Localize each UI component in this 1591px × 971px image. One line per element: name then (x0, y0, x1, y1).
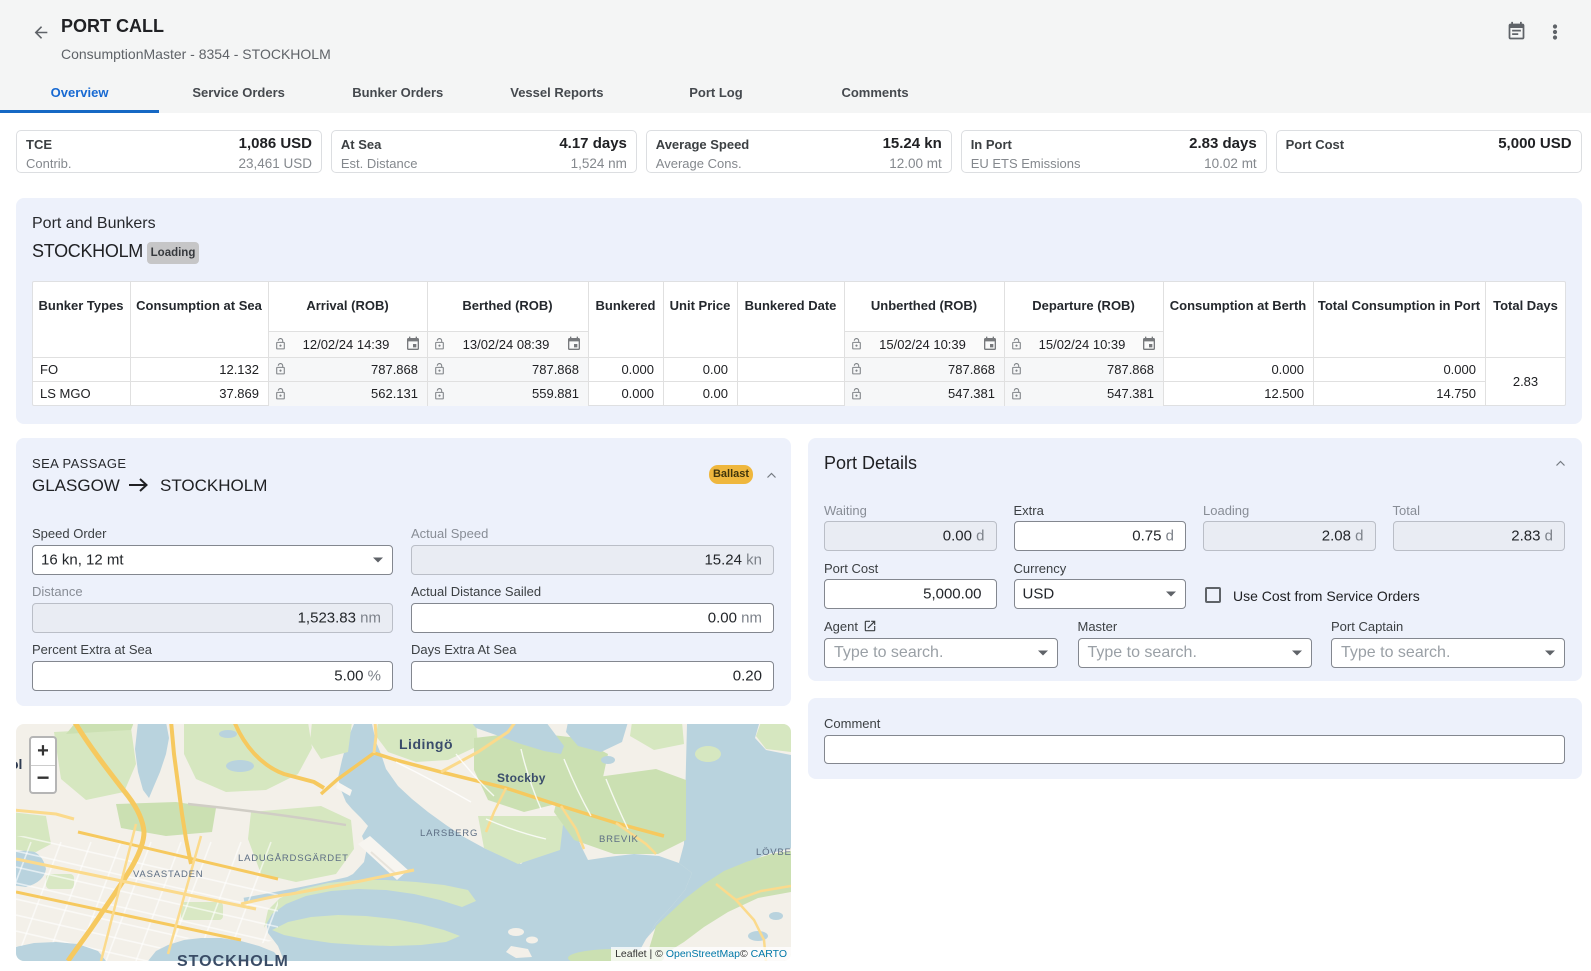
svg-text:LARSBERG: LARSBERG (420, 828, 478, 839)
svg-text:Stockby: Stockby (497, 771, 546, 785)
svg-text:Lidingö: Lidingö (399, 736, 453, 752)
svg-text:ol: ol (16, 756, 22, 772)
svg-text:BREVIK: BREVIK (599, 834, 639, 845)
svg-text:LADUGÅRDSGÄRDET: LADUGÅRDSGÄRDET (238, 853, 349, 864)
svg-text:VASASTADEN: VASASTADEN (133, 869, 203, 880)
svg-text:LÖVBER: LÖVBER (756, 847, 791, 858)
